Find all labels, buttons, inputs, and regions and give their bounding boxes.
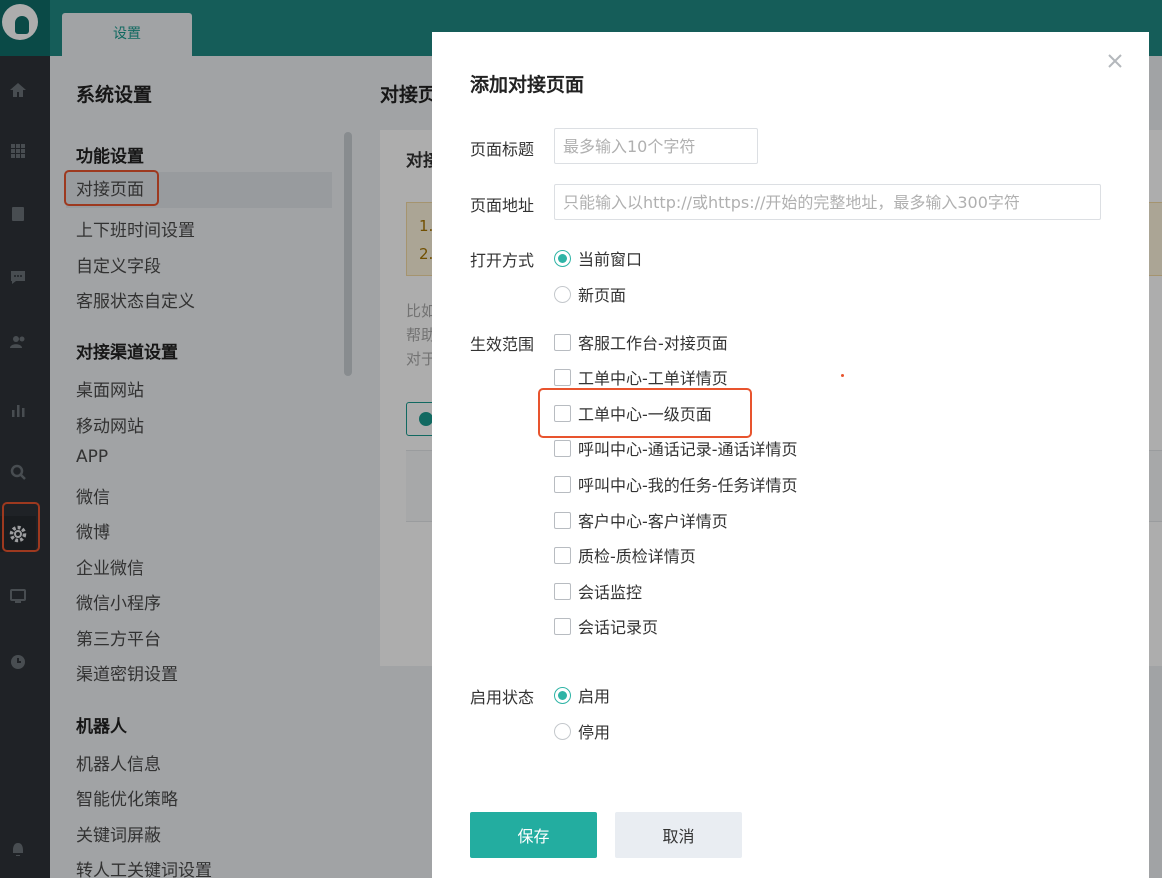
scope-option[interactable]: 呼叫中心-我的任务-任务详情页 [554,472,798,496]
checkbox-label: 会话记录页 [578,618,659,637]
radio-disabled[interactable]: 停用 [554,719,610,743]
checkbox-label: 客户中心-客户详情页 [578,512,728,531]
open-mode-label: 打开方式 [470,251,535,270]
checkbox[interactable] [554,511,571,529]
radio-button-checked[interactable] [554,686,571,704]
radio-enabled[interactable]: 启用 [554,683,610,707]
checkbox-label: 会话监控 [578,583,643,602]
close-icon[interactable] [1104,50,1126,72]
radio-label: 停用 [578,723,611,742]
scope-option[interactable]: 会话监控 [554,579,642,603]
checkbox[interactable] [554,546,571,564]
checkbox-label: 客服工作台-对接页面 [578,334,728,353]
checkbox-label: 工单中心-工单详情页 [578,369,728,388]
checkbox[interactable] [554,439,571,457]
page-url-input[interactable] [554,184,1101,220]
scope-label: 生效范围 [470,335,535,354]
scope-option[interactable]: 工单中心-工单详情页 [554,365,728,389]
page-title-input[interactable] [554,128,758,164]
scope-option-highlight [538,388,752,438]
page-title-label: 页面标题 [470,140,535,159]
radio-button-checked[interactable] [554,249,571,267]
checkbox[interactable] [554,368,571,386]
scope-option[interactable]: 客户中心-客户详情页 [554,508,728,532]
checkbox[interactable] [554,475,571,493]
scope-option[interactable]: 会话记录页 [554,614,658,638]
radio-label: 当前窗口 [578,250,643,269]
radio-new-page[interactable]: 新页面 [554,282,626,306]
red-dot [841,374,844,377]
checkbox[interactable] [554,617,571,635]
dialog-title: 添加对接页面 [470,74,585,96]
radio-button[interactable] [554,285,571,303]
scope-option[interactable]: 客服工作台-对接页面 [554,330,728,354]
radio-label: 新页面 [578,286,627,305]
status-label: 启用状态 [470,688,535,707]
save-button[interactable]: 保存 [470,812,597,858]
radio-current-window[interactable]: 当前窗口 [554,246,642,270]
scope-option[interactable]: 呼叫中心-通话记录-通话详情页 [554,436,798,460]
checkbox[interactable] [554,333,571,351]
scope-option[interactable]: 质检-质检详情页 [554,543,696,567]
cancel-button[interactable]: 取消 [615,812,742,858]
checkbox-label: 呼叫中心-我的任务-任务详情页 [578,476,798,495]
page-url-label: 页面地址 [470,196,535,215]
add-docking-page-dialog: 添加对接页面 页面标题 页面地址 打开方式 当前窗口 新页面 生效范围 客服工作… [432,32,1149,878]
radio-button[interactable] [554,722,571,740]
checkbox[interactable] [554,582,571,600]
checkbox-label: 呼叫中心-通话记录-通话详情页 [578,440,798,459]
checkbox-label: 质检-质检详情页 [578,547,696,566]
radio-label: 启用 [578,687,611,706]
